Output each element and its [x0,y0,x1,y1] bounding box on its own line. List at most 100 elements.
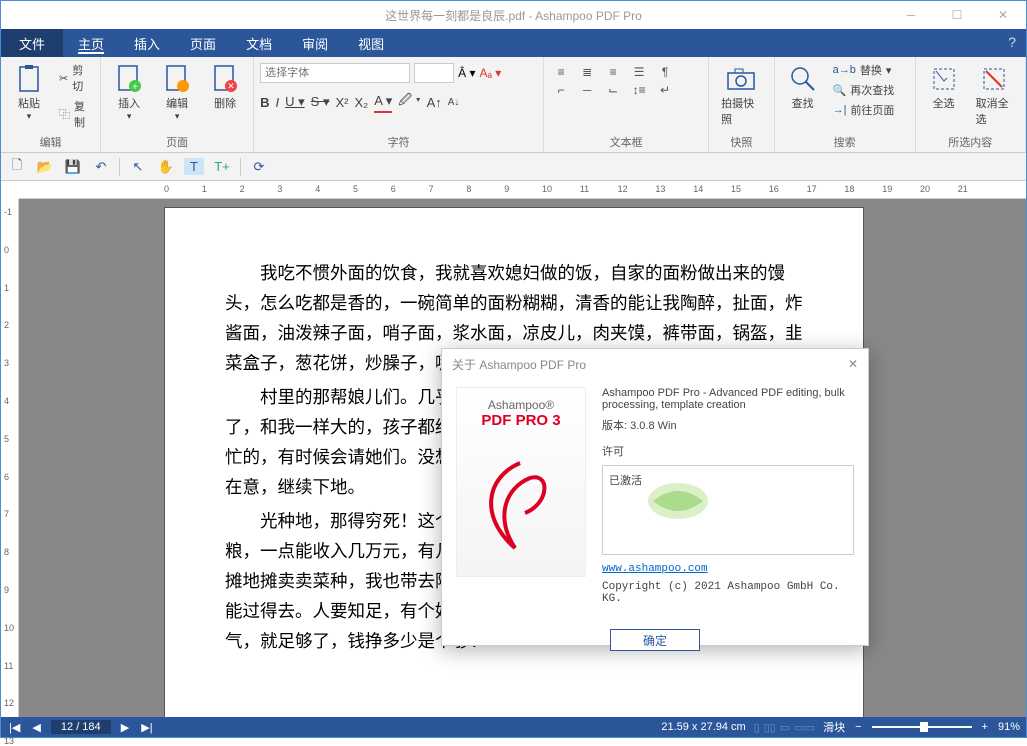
increase-font-icon[interactable]: Â ▾ [458,66,475,80]
font-size-select[interactable] [414,63,454,83]
valign-top-icon[interactable]: ⌐ [550,83,572,97]
cut-button[interactable]: ✂剪切 [55,61,94,95]
close-button[interactable]: ✕ [980,1,1026,29]
pilcrow-icon[interactable]: ¶ [654,65,676,79]
underline-button[interactable]: U ▾ [285,91,305,113]
nav-last-icon[interactable]: ▶| [139,721,154,734]
nav-next-icon[interactable]: ▶ [119,721,131,734]
dialog-title-text: 关于 Ashampoo PDF Pro [452,356,586,373]
magnifier-icon [787,63,819,95]
goto-page-button[interactable]: →|前往页面 [829,101,909,119]
select-all-button[interactable]: 全选 [922,61,966,113]
strikethrough-button[interactable]: S ▾ [311,91,330,113]
search-icon: 🔍 [833,84,847,97]
view-book-icon[interactable]: ▭▭ [794,721,815,734]
find-button[interactable]: 查找 [781,61,825,113]
product-version: 版本: 3.0.8 Win [602,417,854,433]
find-again-button[interactable]: 🔍再次查找 [829,81,909,99]
line-spacing-icon[interactable]: ↕≡ [628,83,650,97]
ribbon-group-char: Â ▾ Aₐ ▾ B I U ▾ S ▾ X² X₂ A ▾ 🖉 ▾ A↑ A… [254,57,544,152]
view-facing-icon[interactable]: ▭ [780,721,790,734]
select-all-icon [928,63,960,95]
bold-button[interactable]: B [260,91,269,113]
deselect-button[interactable]: 取消全选 [970,61,1019,129]
nav-prev-icon[interactable]: ◀ [30,721,42,734]
text-select-tool-icon[interactable]: T [184,158,204,175]
tab-review[interactable]: 审阅 [287,29,343,57]
font-shrink-button[interactable]: A↓ [448,91,460,113]
new-file-icon[interactable]: 🗋 [7,156,27,178]
zoom-in-button[interactable]: + [980,721,990,733]
titlebar: 这世界每一刻都是良辰.pdf - Ashampoo PDF Pro ─ ☐ ✕ [1,1,1026,29]
page-delete-icon: ✕ [209,63,241,95]
align-justify-icon[interactable]: ☰ [628,65,650,79]
window-controls: ─ ☐ ✕ [888,1,1026,29]
tab-page[interactable]: 页面 [175,29,231,57]
delete-page-button[interactable]: ✕ 删除 [203,61,247,113]
valign-mid-icon[interactable]: ─ [576,83,598,97]
text-add-tool-icon[interactable]: T+ [212,159,232,174]
text-dir-icon[interactable]: ↵ [654,83,676,97]
tab-view[interactable]: 视图 [343,29,399,57]
tab-insert[interactable]: 插入 [119,29,175,57]
valign-bot-icon[interactable]: ⌙ [602,83,624,97]
font-family-select[interactable] [260,63,410,83]
product-url[interactable]: www.ashampoo.com [602,563,854,575]
align-left-icon[interactable]: ≡ [550,65,572,79]
font-grow-button[interactable]: A↑ [427,91,442,113]
italic-button[interactable]: I [276,91,280,113]
page-plus-icon: + [113,63,145,95]
pointer-tool-icon[interactable]: ↖ [128,159,148,175]
ruler-horizontal: 0123456789101112131415161718192021 [19,181,1026,199]
view-single-icon[interactable]: ▯ [754,721,760,734]
copy-button[interactable]: ⿻复制 [55,97,94,131]
save-icon[interactable]: 💾 [63,159,83,175]
edit-page-button[interactable]: 编辑▾ [155,61,199,124]
tab-home[interactable]: 主页 [63,29,119,57]
dialog-close-button[interactable]: ✕ [848,357,858,371]
svg-text:✕: ✕ [227,81,235,91]
license-label: 许可 [602,443,854,459]
insert-page-button[interactable]: + 插入▾ [107,61,151,124]
zoom-slider[interactable] [872,726,972,728]
ribbon-group-snap: 拍摄快照 快照 [709,57,774,152]
rotate-icon[interactable]: ⟳ [249,159,269,175]
align-right-icon[interactable]: ≡ [602,65,624,79]
ribbon-group-select: 全选 取消全选 所选内容 [916,57,1026,152]
tab-document[interactable]: 文档 [231,29,287,57]
subscript-button[interactable]: X₂ [354,91,368,113]
align-center-icon[interactable]: ≣ [576,65,598,79]
zoom-out-button[interactable]: − [853,721,863,733]
help-icon[interactable]: ? [1008,34,1016,50]
statusbar: |◀ ◀ ▶ ▶| 21.59 x 27.94 cm ▯ ▯▯ ▭ ▭▭ 滑块 … [1,717,1026,737]
nav-first-icon[interactable]: |◀ [7,721,22,734]
about-dialog: 关于 Ashampoo PDF Pro ✕ Ashampoo® PDF PRO … [441,348,869,646]
snapshot-button[interactable]: 拍摄快照 [715,61,767,129]
font-color-button[interactable]: A ▾ [374,91,392,113]
undo-icon[interactable]: ↶ [91,159,111,175]
dialog-titlebar: 关于 Ashampoo PDF Pro ✕ [442,349,868,379]
hand-tool-icon[interactable]: ✋ [156,159,176,175]
char-color-icon[interactable]: Aₐ ▾ [480,66,502,80]
ribbon-group-page: + 插入▾ 编辑▾ ✕ 删除 页面 [101,57,254,152]
file-menu[interactable]: 文件 [1,29,63,57]
superscript-button[interactable]: X² [335,91,348,113]
copyright-text: Copyright (c) 2021 Ashampoo GmbH Co. KG. [602,581,854,605]
zoom-value: 91% [998,721,1020,733]
ribbon: 粘贴▾ ✂剪切 ⿻复制 编辑 + 插入▾ 编辑▾ ✕ 删除 页面 [1,57,1026,153]
product-description: Ashampoo PDF Pro - Advanced PDF editing,… [602,387,854,411]
replace-button[interactable]: a→b替换 ▾ [829,61,909,79]
highlight-button[interactable]: 🖉 ▾ [398,91,420,113]
dialog-ok-button[interactable]: 确定 [610,629,700,651]
page-number-input[interactable] [51,720,111,734]
ribbon-group-edit: 粘贴▾ ✂剪切 ⿻复制 编辑 [1,57,101,152]
view-cont-icon[interactable]: ▯▯ [764,721,776,734]
paste-button[interactable]: 粘贴▾ [7,61,51,124]
license-box: 已激活 [602,465,854,555]
maximize-button[interactable]: ☐ [934,1,980,29]
window-title: 这世界每一刻都是良辰.pdf - Ashampoo PDF Pro [385,7,642,24]
open-file-icon[interactable]: 📂 [35,159,55,175]
slider-label: 滑块 [823,719,845,735]
deselect-icon [978,63,1010,95]
minimize-button[interactable]: ─ [888,1,934,29]
